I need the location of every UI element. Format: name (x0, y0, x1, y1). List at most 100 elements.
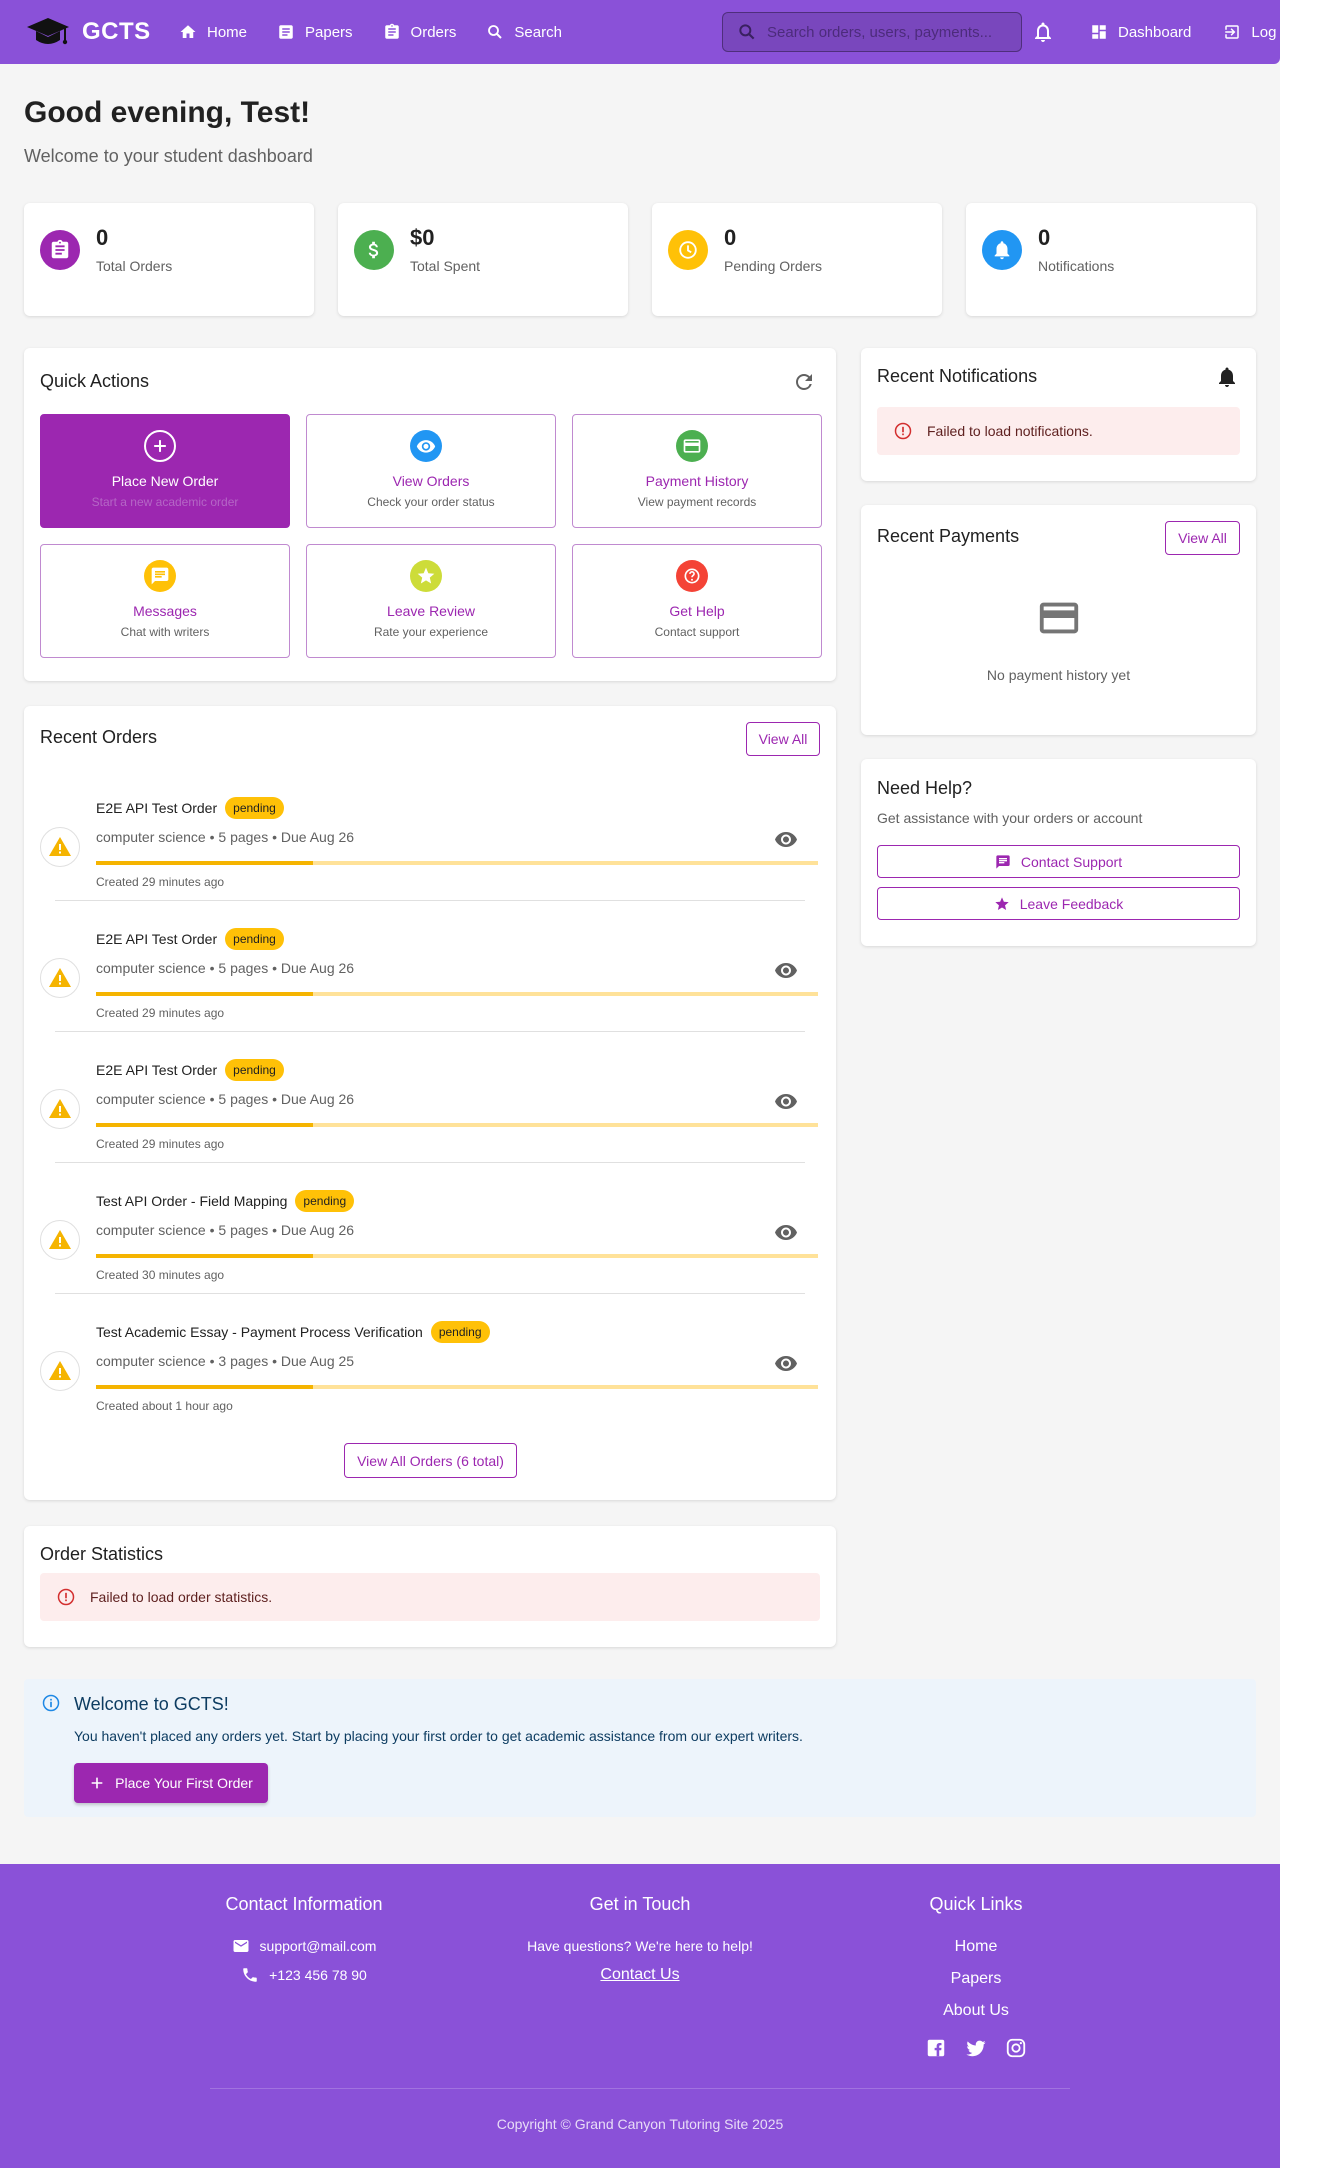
nav-home-label: Home (207, 23, 248, 41)
card-title: Recent Payments (877, 526, 1020, 546)
notification-bell-icon[interactable] (1031, 20, 1055, 44)
facebook-icon[interactable] (925, 2037, 947, 2059)
refresh-icon[interactable] (792, 370, 816, 394)
view-all-orders-total-button[interactable]: View All Orders (6 total) (344, 1443, 517, 1478)
help-subtitle: Get assistance with your orders or accou… (877, 810, 1143, 826)
eye-icon[interactable] (774, 827, 798, 851)
view-all-orders-button[interactable]: View All (746, 722, 820, 756)
warning-icon (40, 1220, 80, 1260)
order-title: E2E API Test Order (96, 931, 218, 947)
help-icon (676, 560, 708, 592)
qa-messages[interactable]: Messages Chat with writers (40, 544, 290, 658)
footer-contact-title: Contact Information (225, 1894, 383, 1914)
global-search-box[interactable] (722, 12, 1022, 52)
recent-payments-card: Recent Payments View All No payment hist… (861, 505, 1256, 735)
footer-link-home[interactable]: Home (876, 1931, 1076, 1963)
nav-papers-label: Papers (305, 23, 353, 41)
order-created: Created 29 minutes ago (96, 875, 225, 889)
need-help-card: Need Help? Get assistance with your orde… (861, 759, 1256, 946)
instagram-icon[interactable] (1005, 2037, 1027, 2059)
stat-total-spent: $0 Total Spent (338, 203, 628, 316)
eye-icon[interactable] (774, 1220, 798, 1244)
nav-orders-label: Orders (410, 23, 457, 41)
progress-fill (96, 1123, 313, 1127)
qa-leave-review[interactable]: Leave Review Rate your experience (306, 544, 556, 658)
footer-touch-title: Get in Touch (589, 1894, 691, 1914)
nav-dashboard[interactable]: Dashboard (1090, 12, 1191, 52)
nav-home[interactable]: Home (179, 12, 247, 52)
recent-notifications-card: Recent Notifications Failed to load noti… (861, 348, 1256, 481)
global-search-input[interactable] (767, 23, 1017, 41)
card-icon (676, 430, 708, 462)
order-title: E2E API Test Order (96, 1062, 218, 1078)
order-title: Test API Order - Field Mapping (96, 1193, 288, 1209)
eye-icon[interactable] (774, 1351, 798, 1375)
star-icon (995, 896, 1009, 910)
nav-right-group: Dashboard Log (1090, 12, 1276, 52)
order-meta: computer science • 3 pages • Due Aug 25 (96, 1353, 355, 1369)
welcome-title: Welcome to GCTS! (74, 1694, 229, 1714)
contact-support-button[interactable]: Contact Support (877, 845, 1240, 878)
qa-title: Messages (133, 603, 197, 619)
progress-bar (96, 1254, 818, 1258)
app-root: GCTS Home Papers Orders Search Dashboard (0, 0, 1280, 2168)
divider (55, 1293, 805, 1294)
nav-papers[interactable]: Papers (277, 12, 353, 52)
copyright-text: Copyright © Grand Canyon Tutoring Site 2… (496, 2116, 784, 2132)
list-item[interactable]: E2E API Test Order pending computer scien… (40, 787, 818, 917)
card-title: Recent Orders (40, 727, 158, 747)
nav-orders[interactable]: Orders (383, 12, 457, 52)
twitter-icon[interactable] (965, 2037, 987, 2059)
place-first-order-button[interactable]: Place Your First Order (74, 1763, 268, 1803)
footer-touch-text: Have questions? We're here to help! (527, 1937, 753, 1954)
nav-logout[interactable]: Log (1223, 12, 1276, 52)
list-item[interactable]: E2E API Test Order pending computer scien… (40, 918, 818, 1048)
status-badge: pending (225, 1059, 284, 1081)
eye-icon[interactable] (774, 1089, 798, 1113)
footer: Contact Information support@mail.com +12… (0, 1864, 1280, 2168)
order-title-row: E2E API Test Order pending (96, 1059, 284, 1081)
footer-link-papers[interactable]: Papers (876, 1963, 1076, 1995)
qa-get-help[interactable]: Get Help Contact support (572, 544, 822, 658)
footer-link-about[interactable]: About Us (876, 1995, 1076, 2027)
list-item[interactable]: E2E API Test Order pending computer scien… (40, 1049, 818, 1179)
qa-title: Place New Order (111, 473, 219, 489)
list-item[interactable]: Test Academic Essay - Payment Process Ve… (40, 1311, 818, 1441)
warning-icon (40, 1089, 80, 1129)
social-links (876, 2037, 1076, 2059)
home-icon (180, 25, 196, 38)
stat-notifications: 0 Notifications (966, 203, 1256, 316)
qa-subtitle: Check your order status (367, 495, 495, 509)
order-title-row: E2E API Test Order pending (96, 928, 284, 950)
clipboard-icon (384, 23, 399, 39)
view-all-payments-button[interactable]: View All (1165, 521, 1240, 555)
welcome-info-banner: Welcome to GCTS! You haven't placed any … (24, 1679, 1256, 1817)
bell-icon (1219, 367, 1235, 387)
mail-icon (233, 1939, 249, 1952)
footer-phone: +123 456 78 90 (204, 1960, 404, 1989)
search-icon (488, 25, 503, 39)
qa-view-orders[interactable]: View Orders Check your order status (306, 414, 556, 528)
nav-search[interactable]: Search (486, 12, 562, 52)
qa-place-new-order[interactable]: Place New Order Start a new academic ord… (40, 414, 290, 528)
order-meta: computer science • 5 pages • Due Aug 26 (96, 960, 355, 976)
phone-icon (243, 1967, 257, 1982)
status-badge: pending (225, 928, 284, 950)
dollar-icon (354, 230, 394, 270)
credit-card-icon (1039, 602, 1079, 634)
footer-phone-text: +123 456 78 90 (269, 1966, 367, 1983)
eye-icon[interactable] (774, 958, 798, 982)
brand[interactable]: GCTS (26, 14, 179, 50)
list-item[interactable]: Test API Order - Field Mapping pending co… (40, 1180, 818, 1310)
status-badge: pending (430, 1321, 490, 1343)
qa-payment-history[interactable]: Payment History View payment records (572, 414, 822, 528)
order-created: Created about 1 hour ago (96, 1399, 233, 1413)
leave-feedback-button[interactable]: Leave Feedback (877, 887, 1240, 920)
divider (55, 900, 805, 901)
footer-contact-link[interactable]: Contact Us (490, 1960, 790, 1989)
document-icon (279, 25, 293, 39)
stat-total-orders: 0 Total Orders (24, 203, 314, 316)
progress-bar (96, 861, 818, 865)
plus-icon (91, 1777, 103, 1789)
qa-subtitle: View payment records (637, 495, 757, 509)
